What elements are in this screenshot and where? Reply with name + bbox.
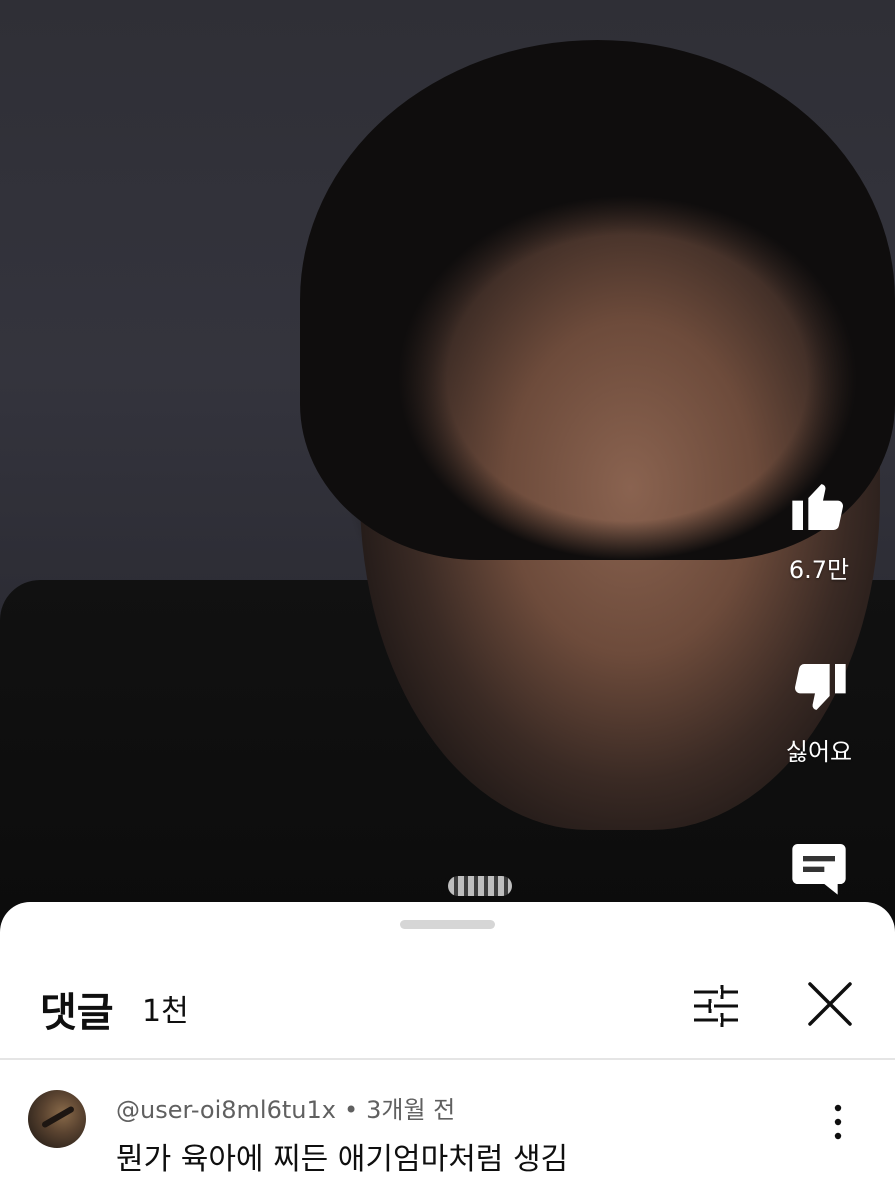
dislike-button[interactable]: 싫어요	[764, 656, 874, 767]
avatar[interactable]	[28, 1090, 86, 1148]
comments-button[interactable]	[764, 836, 874, 904]
sort-filter-icon	[688, 985, 744, 1038]
comment-time: 3개월 전	[366, 1096, 456, 1124]
thumbs-up-icon	[764, 474, 874, 542]
meta-separator: •	[343, 1096, 359, 1124]
close-icon	[800, 982, 860, 1038]
comment-item[interactable]: @user-oi8ml6tu1x • 3개월 전 뭔가 육아에 찌든 애기엄마처럼 …	[0, 1080, 895, 1190]
comment-meta: @user-oi8ml6tu1x • 3개월 전	[116, 1090, 455, 1125]
thumbs-down-icon	[764, 656, 874, 724]
video-frame[interactable]	[0, 0, 895, 930]
like-count: 6.7만	[788, 556, 850, 584]
sort-comments-button[interactable]	[688, 978, 744, 1034]
comment-text: 뭔가 육아에 찌든 애기엄마처럼 생김	[116, 1142, 569, 1177]
comments-title: 댓글	[40, 990, 114, 1036]
sheet-drag-handle[interactable]	[400, 920, 495, 929]
close-comments-button[interactable]	[800, 974, 860, 1034]
dislike-label: 싫어요	[785, 738, 853, 766]
video-subject-necklace	[448, 876, 512, 896]
comments-sheet: 댓글 1천 @user-oi8ml6tu1x • 3개월 전 뭔가 육아에 찌든…	[0, 902, 895, 1200]
comments-header: 댓글 1천	[0, 962, 895, 1052]
more-vertical-icon	[818, 1104, 858, 1152]
comment-author[interactable]: @user-oi8ml6tu1x	[116, 1096, 336, 1124]
comment-more-button[interactable]	[818, 1098, 858, 1148]
comments-count: 1천	[142, 994, 189, 1029]
shorts-player-screen: 6.7만 싫어요 댓글 1천 @user-oi8ml6tu1x • 3개월 전 …	[0, 0, 895, 1200]
header-divider	[0, 1058, 895, 1060]
comment-icon	[764, 836, 874, 904]
like-button[interactable]: 6.7만	[764, 474, 874, 585]
